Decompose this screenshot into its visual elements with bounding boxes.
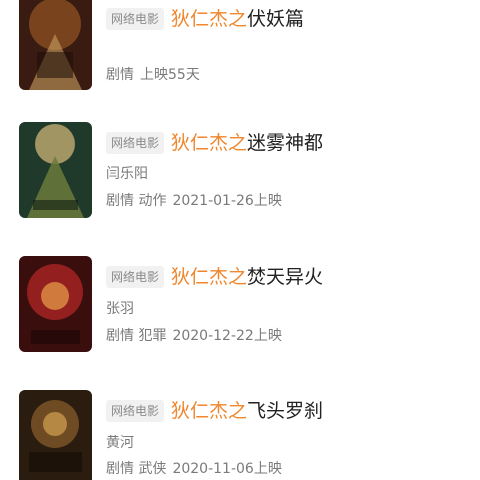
category-tag: 网络电影 [106, 132, 165, 154]
category-tag: 网络电影 [106, 8, 165, 30]
movie-poster[interactable] [19, 122, 92, 218]
movie-meta: 剧情 武侠 2020-11-06上映 [106, 460, 282, 478]
title-highlight: 狄仁杰之 [171, 400, 248, 422]
title-highlight: 狄仁杰之 [171, 132, 248, 154]
genre: 剧情 武侠 [106, 461, 167, 477]
movie-title[interactable]: 狄仁杰之迷雾神都 [171, 132, 323, 154]
list-item[interactable]: 网络电影 狄仁杰之伏妖篇 剧情 上映55天 [0, 0, 480, 98]
movie-title[interactable]: 狄仁杰之焚天异火 [171, 266, 323, 288]
movie-list: 网络电影 狄仁杰之伏妖篇 剧情 上映55天 网络电影 狄仁杰之迷雾神都 闫乐阳 剧… [0, 0, 480, 480]
genre: 剧情 [106, 67, 134, 83]
title-rest: 迷雾神都 [247, 132, 324, 154]
director: 闫乐阳 [106, 166, 148, 182]
movie-meta: 剧情 犯罪 2020-12-22上映 [106, 327, 282, 345]
director: 张羽 [106, 301, 134, 317]
genre: 剧情 动作 [106, 193, 167, 209]
release-info: 2020-12-22上映 [172, 328, 282, 344]
release-info: 上映55天 [140, 67, 200, 83]
release-info: 2020-11-06上映 [172, 461, 282, 477]
movie-poster[interactable] [19, 390, 92, 480]
movie-meta: 剧情 动作 2021-01-26上映 [106, 192, 282, 210]
category-tag: 网络电影 [106, 266, 165, 288]
release-info: 2021-01-26上映 [172, 193, 282, 209]
category-tag: 网络电影 [106, 400, 165, 422]
genre: 剧情 犯罪 [106, 328, 167, 344]
title-rest: 焚天异火 [247, 266, 324, 288]
movie-meta: 剧情 上映55天 [106, 66, 200, 84]
list-item[interactable]: 网络电影 狄仁杰之飞头罗刹 黄河 剧情 武侠 2020-11-06上映 [0, 390, 480, 480]
list-item[interactable]: 网络电影 狄仁杰之焚天异火 张羽 剧情 犯罪 2020-12-22上映 [0, 256, 480, 360]
director: 黄河 [106, 435, 134, 451]
movie-poster[interactable] [19, 256, 92, 352]
title-rest: 飞头罗刹 [247, 400, 324, 422]
movie-title[interactable]: 狄仁杰之飞头罗刹 [171, 400, 323, 422]
title-highlight: 狄仁杰之 [171, 266, 248, 288]
title-rest: 伏妖篇 [247, 8, 305, 30]
movie-poster[interactable] [19, 0, 92, 90]
movie-title[interactable]: 狄仁杰之伏妖篇 [171, 8, 304, 30]
list-item[interactable]: 网络电影 狄仁杰之迷雾神都 闫乐阳 剧情 动作 2021-01-26上映 [0, 122, 480, 226]
title-highlight: 狄仁杰之 [171, 8, 248, 30]
